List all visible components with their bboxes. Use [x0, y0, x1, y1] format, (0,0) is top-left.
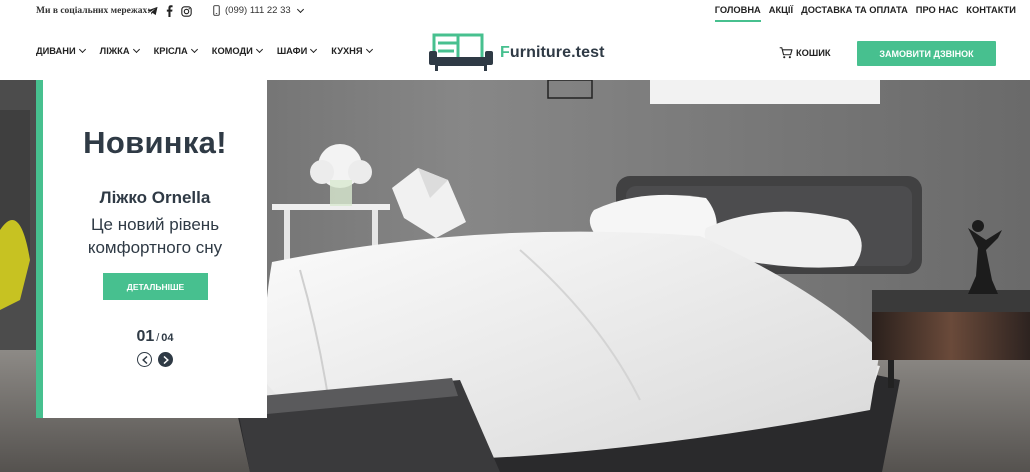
logo-text-rest: urniture.test: [509, 44, 605, 61]
logo-text-first: F: [500, 44, 510, 61]
prev-slide-button[interactable]: [137, 352, 152, 367]
slide-separator: /: [156, 332, 160, 344]
slide-product-name: Ліжко Ornella: [99, 188, 211, 207]
slide-counter: 01 / 04: [43, 328, 267, 346]
main-nav-label: ЛІЖКА: [99, 46, 130, 56]
main-nav-label: ШАФИ: [276, 46, 308, 56]
main-nav-armchairs[interactable]: КРІСЛА: [153, 45, 198, 56]
top-nav-promotions[interactable]: АКЦІЇ: [769, 5, 793, 22]
social-icons: [147, 4, 192, 18]
sofa-logo-icon: [429, 33, 493, 71]
instagram-icon[interactable]: [181, 4, 192, 18]
chevron-down-icon: [255, 45, 263, 54]
chevron-left-icon: [141, 355, 148, 364]
main-nav-label: ДИВАНИ: [36, 46, 76, 56]
main-nav-label: КОМОДИ: [211, 46, 253, 56]
site-logo[interactable]: Furniture.test: [428, 33, 605, 73]
facebook-icon[interactable]: [164, 4, 175, 18]
slide-arrows: [43, 352, 267, 367]
chevron-down-icon: [190, 45, 198, 54]
social-label: Ми в соціальних мережах:: [36, 6, 151, 16]
main-nav: ДИВАНИ ЛІЖКА КРІСЛА КОМОДИ ШАФИ КУХНЯ: [36, 45, 373, 56]
hero-slider: Новинка! Ліжко Ornella Це новий рівень к…: [0, 80, 1030, 472]
slide-current: 01: [136, 328, 155, 345]
slide-total: 04: [161, 332, 174, 344]
phone-number: (099) 111 22 33: [225, 5, 291, 16]
cart-icon: [779, 47, 793, 59]
main-nav-beds[interactable]: ЛІЖКА: [99, 45, 140, 56]
main-nav-wardrobes[interactable]: ШАФИ: [276, 45, 318, 56]
details-button[interactable]: ДЕТАЛЬНІШЕ: [103, 273, 208, 300]
phone-dropdown[interactable]: (099) 111 22 33: [213, 5, 304, 16]
top-nav-delivery[interactable]: ДОСТАВКА ТА ОПЛАТА: [801, 5, 908, 22]
telegram-icon[interactable]: [147, 4, 158, 18]
chevron-down-icon: [310, 45, 318, 54]
main-nav-kitchen[interactable]: КУХНЯ: [331, 45, 373, 56]
top-nav-contacts[interactable]: КОНТАКТИ: [966, 5, 1016, 22]
cart-label: КОШИК: [796, 48, 831, 58]
main-nav-label: КУХНЯ: [331, 46, 363, 56]
main-nav-dressers[interactable]: КОМОДИ: [211, 45, 263, 56]
main-nav-sofas[interactable]: ДИВАНИ: [36, 45, 86, 56]
chevron-down-icon: [132, 45, 140, 54]
slide-card: Новинка! Ліжко Ornella Це новий рівень к…: [36, 80, 267, 418]
top-bar: Ми в соціальних мережах: (099) 111 22 33…: [0, 0, 1030, 26]
main-nav-label: КРІСЛА: [153, 46, 188, 56]
top-nav-home[interactable]: ГОЛОВНА: [714, 5, 761, 22]
chevron-down-icon: [365, 45, 373, 54]
logo-text: Furniture.test: [500, 44, 605, 62]
top-nav-about[interactable]: ПРО НАС: [916, 5, 959, 22]
chevron-down-icon: [296, 5, 304, 13]
top-nav: ГОЛОВНА АКЦІЇ ДОСТАВКА ТА ОПЛАТА ПРО НАС…: [714, 5, 1016, 22]
next-slide-button[interactable]: [158, 352, 173, 367]
slide-description: Це новий рівень комфортного сну: [87, 215, 223, 257]
cart-link[interactable]: КОШИК: [779, 47, 831, 59]
order-call-button[interactable]: ЗАМОВИТИ ДЗВІНОК: [857, 41, 996, 66]
slide-title: Новинка!: [83, 125, 227, 160]
chevron-down-icon: [78, 45, 86, 54]
chevron-right-icon: [162, 355, 169, 364]
phone-icon: [213, 5, 220, 16]
